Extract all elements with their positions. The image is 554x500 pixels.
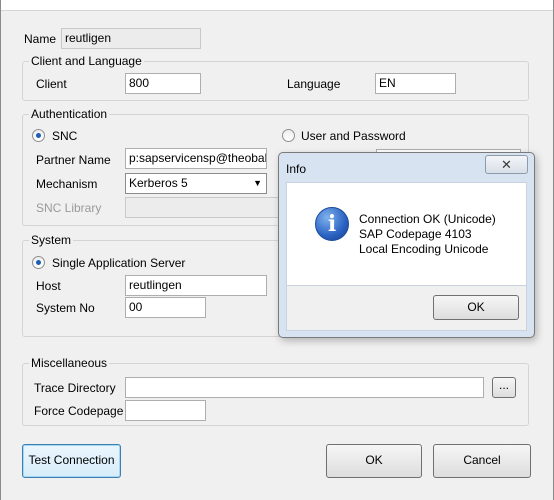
partner-name-label: Partner Name xyxy=(36,153,111,167)
user-password-label: User and Password xyxy=(301,129,406,143)
system-no-field[interactable]: 00 xyxy=(125,297,206,318)
client-field[interactable]: 800 xyxy=(125,73,201,94)
force-codepage-field[interactable] xyxy=(125,400,206,421)
language-field[interactable]: EN xyxy=(375,73,456,94)
dialog-title: Info xyxy=(286,162,307,176)
snc-label: SNC xyxy=(52,129,78,143)
snc-radio[interactable] xyxy=(32,129,45,142)
dialog-message-line: Local Encoding Unicode xyxy=(359,242,489,256)
miscellaneous-title: Miscellaneous xyxy=(29,356,110,370)
window-top-edge xyxy=(0,0,554,11)
dialog-footer: OK xyxy=(286,286,527,331)
user-password-radio[interactable] xyxy=(282,129,295,142)
trace-directory-field[interactable] xyxy=(125,377,484,398)
single-server-label: Single Application Server xyxy=(52,256,186,270)
test-connection-button[interactable]: Test Connection xyxy=(22,444,121,478)
close-button[interactable]: ✕ xyxy=(485,155,528,174)
dialog-message-line: SAP Codepage 4103 xyxy=(359,227,472,241)
info-dialog: Info ✕ i Connection OK (Unicode) SAP Cod… xyxy=(278,152,535,338)
force-codepage-label: Force Codepage xyxy=(34,404,124,418)
authentication-title: Authentication xyxy=(29,107,110,121)
trace-directory-label: Trace Directory xyxy=(34,381,116,395)
dropdown-arrow-icon: ▼ xyxy=(253,178,262,188)
snc-library-label: SNC Library xyxy=(36,201,102,215)
browse-button[interactable]: ... xyxy=(492,377,516,398)
dialog-body: i Connection OK (Unicode) SAP Codepage 4… xyxy=(286,182,527,286)
mechanism-value: Kerberos 5 xyxy=(129,176,188,190)
close-icon: ✕ xyxy=(501,157,512,172)
single-server-radio[interactable] xyxy=(32,256,45,269)
language-label: Language xyxy=(287,77,341,91)
name-field[interactable]: reutligen xyxy=(61,28,201,49)
cancel-button[interactable]: Cancel xyxy=(433,444,531,478)
mechanism-label: Mechanism xyxy=(36,177,98,191)
host-label: Host xyxy=(36,279,61,293)
ok-button[interactable]: OK xyxy=(326,444,422,478)
dialog-message-line: Connection OK (Unicode) xyxy=(359,212,496,226)
system-no-label: System No xyxy=(36,301,95,315)
system-title: System xyxy=(29,233,74,247)
client-label: Client xyxy=(36,77,67,91)
client-language-title: Client and Language xyxy=(29,54,144,68)
partner-name-field[interactable]: p:sapservicensp@theobald xyxy=(125,148,267,169)
window-border-left xyxy=(0,0,1,500)
info-icon: i xyxy=(315,207,349,241)
mechanism-select[interactable]: Kerberos 5 ▼ xyxy=(125,173,267,194)
host-field[interactable]: reutlingen xyxy=(125,275,267,296)
dialog-ok-button[interactable]: OK xyxy=(433,295,519,320)
snc-library-field xyxy=(125,197,285,218)
name-label: Name xyxy=(24,32,57,46)
